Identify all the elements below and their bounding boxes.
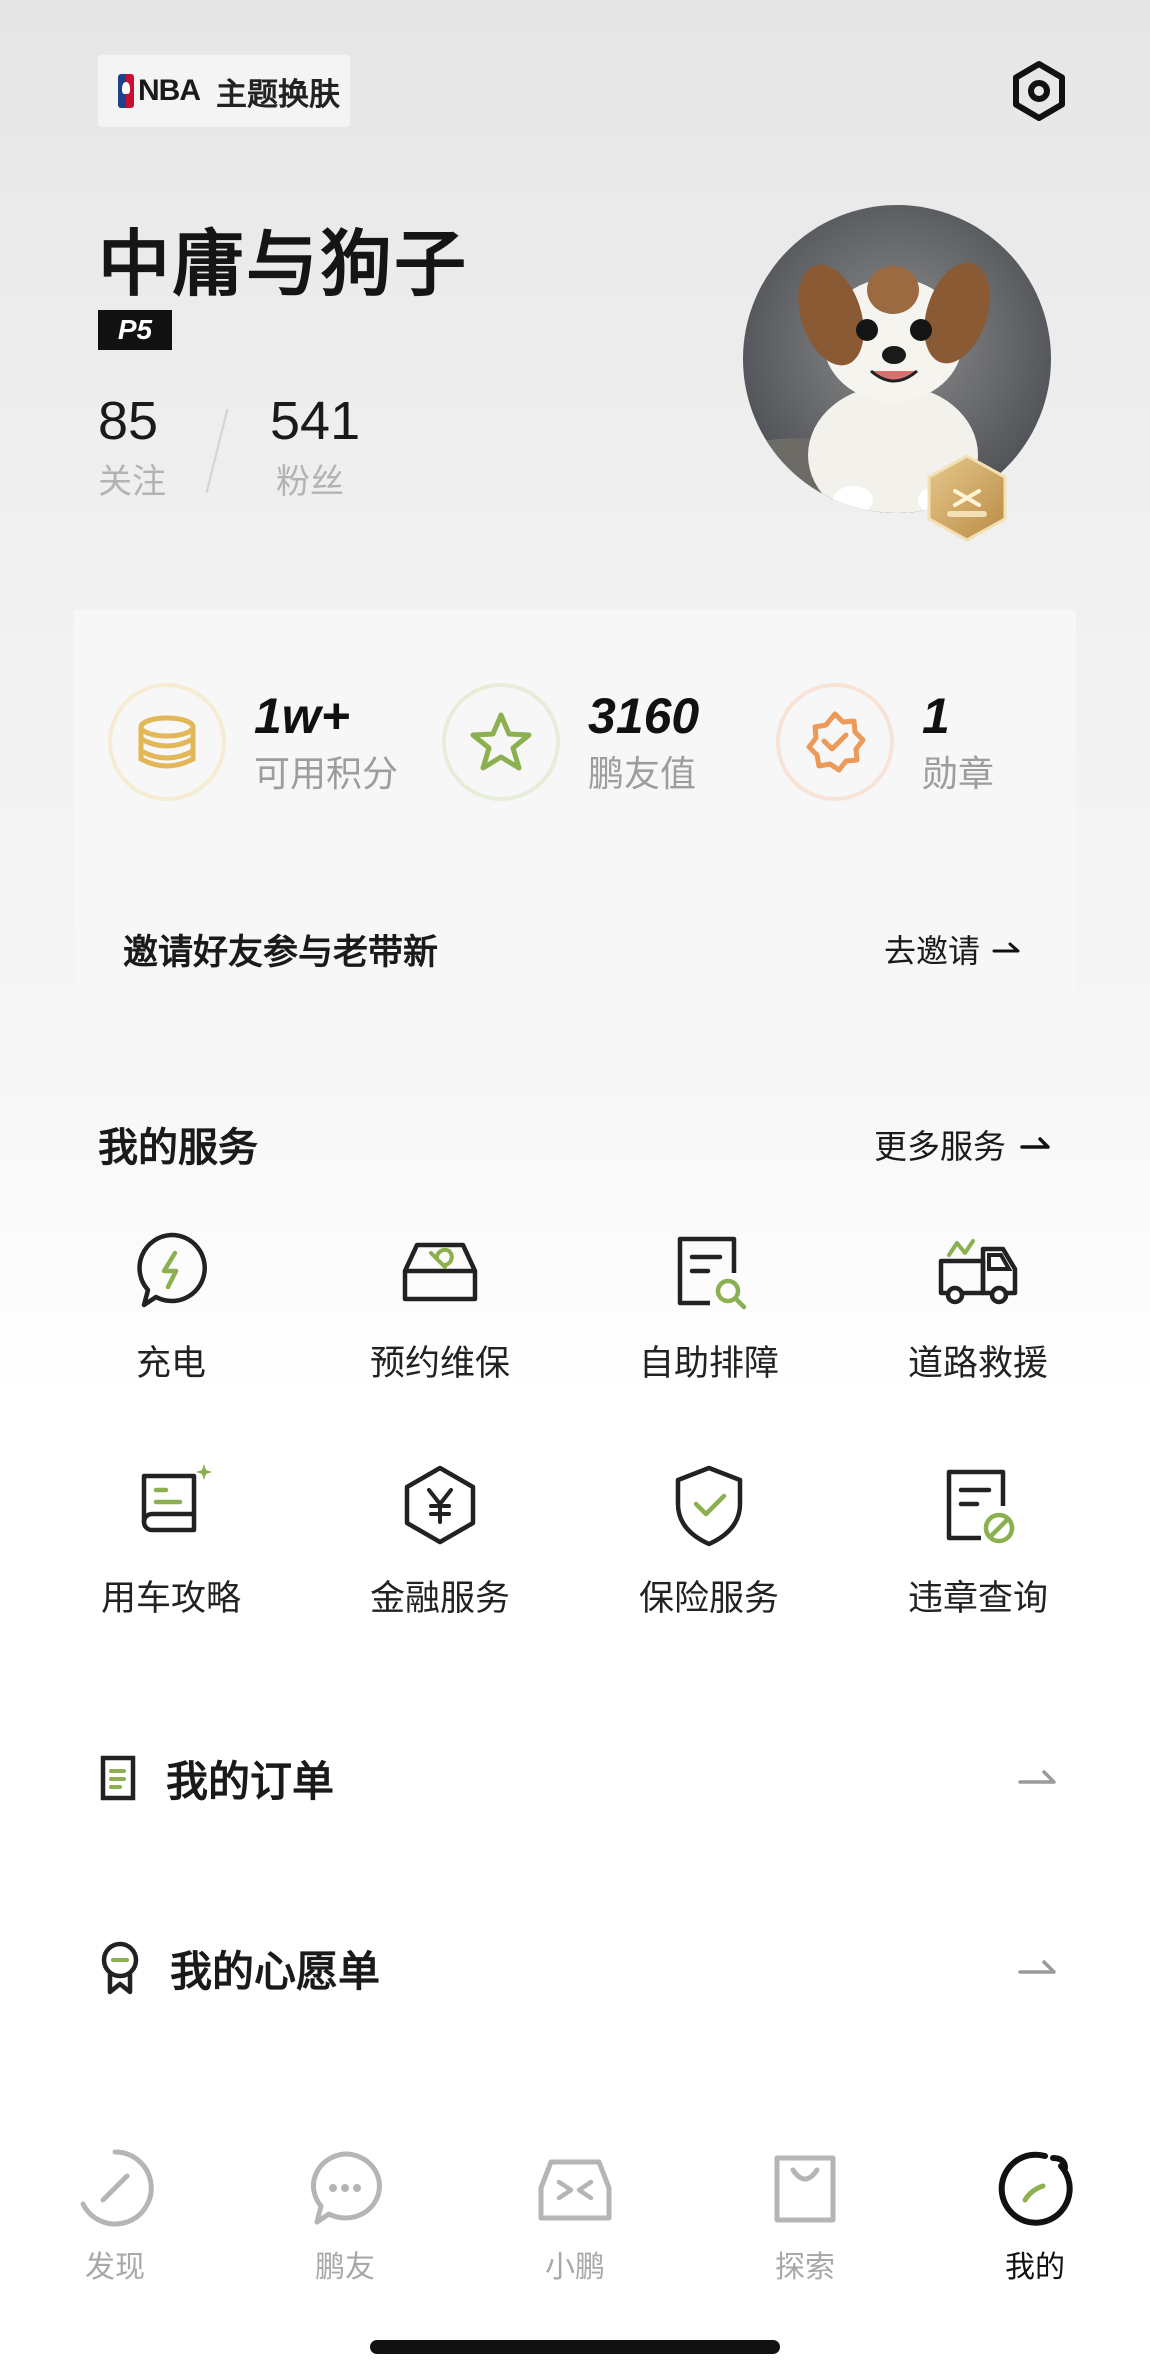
- service-label: 金融服务: [369, 1579, 510, 1619]
- home-indicator[interactable]: [370, 2340, 780, 2354]
- tab-label: 我的: [1005, 2250, 1065, 2285]
- nba-logo-text: NBA: [138, 74, 201, 107]
- coins-icon: [138, 715, 196, 769]
- arrow-right-icon: [1020, 1137, 1050, 1149]
- tab-friends[interactable]: 鹏友: [230, 2148, 460, 2286]
- service-label: 用车攻略: [100, 1579, 241, 1619]
- service-label: 保险服务: [638, 1579, 779, 1619]
- more-services-button[interactable]: 更多服务: [874, 1120, 1052, 1168]
- service-violation-query[interactable]: 违章查询: [843, 1460, 1113, 1660]
- service-charging[interactable]: 充电: [36, 1225, 306, 1425]
- tab-me[interactable]: 我的: [920, 2148, 1150, 2286]
- nba-logo-icon: [118, 74, 134, 108]
- tow-truck-icon: [938, 1239, 1018, 1305]
- insurance-shield-icon: [675, 1465, 743, 1547]
- medals-value: 1: [922, 688, 950, 744]
- arrow-right-icon: [1018, 1960, 1056, 1974]
- charging-icon: [137, 1232, 207, 1308]
- order-icon: [100, 1755, 136, 1801]
- followers-count: 541: [270, 391, 361, 451]
- nba-logo: NBA: [118, 74, 201, 108]
- invite-button-label: 去邀请: [884, 932, 981, 970]
- tab-discover[interactable]: 发现: [0, 2148, 230, 2286]
- medals-label: 勋章: [922, 754, 995, 795]
- points-value: 1w+: [254, 688, 350, 744]
- service-road-rescue[interactable]: 道路救援: [843, 1225, 1113, 1425]
- points-stat[interactable]: 1w+ 可用积分: [108, 683, 398, 801]
- service-finance[interactable]: 金融服务: [305, 1460, 575, 1660]
- stat-divider: [205, 409, 229, 493]
- tab-label: 发现: [85, 2250, 145, 2285]
- service-troubleshoot[interactable]: 自助排障: [574, 1225, 844, 1425]
- arrow-right-icon: [1018, 1770, 1056, 1784]
- my-wishlist-label: 我的心愿单: [170, 1946, 381, 1996]
- service-label: 预约维保: [369, 1344, 510, 1384]
- service-label: 充电: [135, 1344, 206, 1384]
- wishlist-icon: [101, 1941, 139, 1995]
- theme-skin-button[interactable]: NBA 主题换肤: [98, 55, 350, 127]
- friend-value-circle: [442, 683, 560, 801]
- followers-label: 粉丝: [276, 462, 344, 502]
- service-label: 道路救援: [907, 1344, 1048, 1384]
- profile-icon: [998, 2151, 1073, 2226]
- friend-value-label: 鹏友值: [588, 754, 697, 795]
- level-badge: P5: [98, 310, 172, 350]
- badge-icon: [806, 711, 866, 773]
- points-label: 可用积分: [254, 754, 399, 795]
- service-label: 违章查询: [907, 1579, 1048, 1619]
- theme-skin-label: 主题换肤: [216, 76, 340, 113]
- star-icon: [470, 712, 532, 771]
- following-stat[interactable]: 85 关注: [98, 390, 166, 503]
- maintenance-icon: [402, 1242, 478, 1302]
- invite-button[interactable]: 去邀请: [884, 926, 1022, 972]
- points-circle: [108, 683, 226, 801]
- services-title: 我的服务: [98, 1125, 258, 1171]
- my-wishlist-row[interactable]: 我的心愿单: [98, 1923, 1058, 2013]
- following-count: 85: [98, 391, 159, 451]
- more-services-label: 更多服务: [874, 1127, 1006, 1166]
- service-insurance[interactable]: 保险服务: [574, 1460, 844, 1660]
- friend-value-value: 3160: [588, 688, 700, 744]
- tab-xpeng[interactable]: 小鹏: [460, 2148, 690, 2286]
- medal-badge-icon: [927, 454, 1007, 542]
- settings-hexagon-icon[interactable]: [1008, 60, 1070, 122]
- tab-label: 鹏友: [315, 2250, 375, 2285]
- service-maintenance[interactable]: 预约维保: [305, 1225, 575, 1425]
- service-label: 自助排障: [638, 1344, 779, 1384]
- service-car-guide[interactable]: 用车攻略: [36, 1460, 306, 1660]
- violation-query-icon: [946, 1469, 1015, 1544]
- tab-explore[interactable]: 探索: [690, 2148, 920, 2286]
- my-orders-row[interactable]: 我的订单: [98, 1733, 1058, 1823]
- username: 中庸与狗子: [98, 222, 469, 306]
- arrow-right-icon: [992, 942, 1020, 953]
- followers-stat[interactable]: 541 粉丝: [270, 390, 360, 503]
- friend-value-stat[interactable]: 3160 鹏友值: [442, 683, 699, 801]
- tab-label: 小鹏: [545, 2250, 605, 2285]
- following-label: 关注: [98, 462, 166, 502]
- medals-circle: [776, 683, 894, 801]
- my-orders-label: 我的订单: [166, 1756, 335, 1806]
- invite-text: 邀请好友参与老带新: [123, 933, 439, 973]
- chat-icon: [310, 2151, 382, 2225]
- discover-icon: [80, 2149, 154, 2227]
- finance-icon: [404, 1465, 476, 1545]
- troubleshoot-icon: [677, 1236, 747, 1310]
- car-icon: [538, 2159, 612, 2221]
- guide-book-icon: [141, 1464, 212, 1533]
- shopping-bag-icon: [774, 2155, 836, 2223]
- tab-label: 探索: [775, 2250, 835, 2285]
- medals-stat[interactable]: 1 勋章: [776, 683, 994, 801]
